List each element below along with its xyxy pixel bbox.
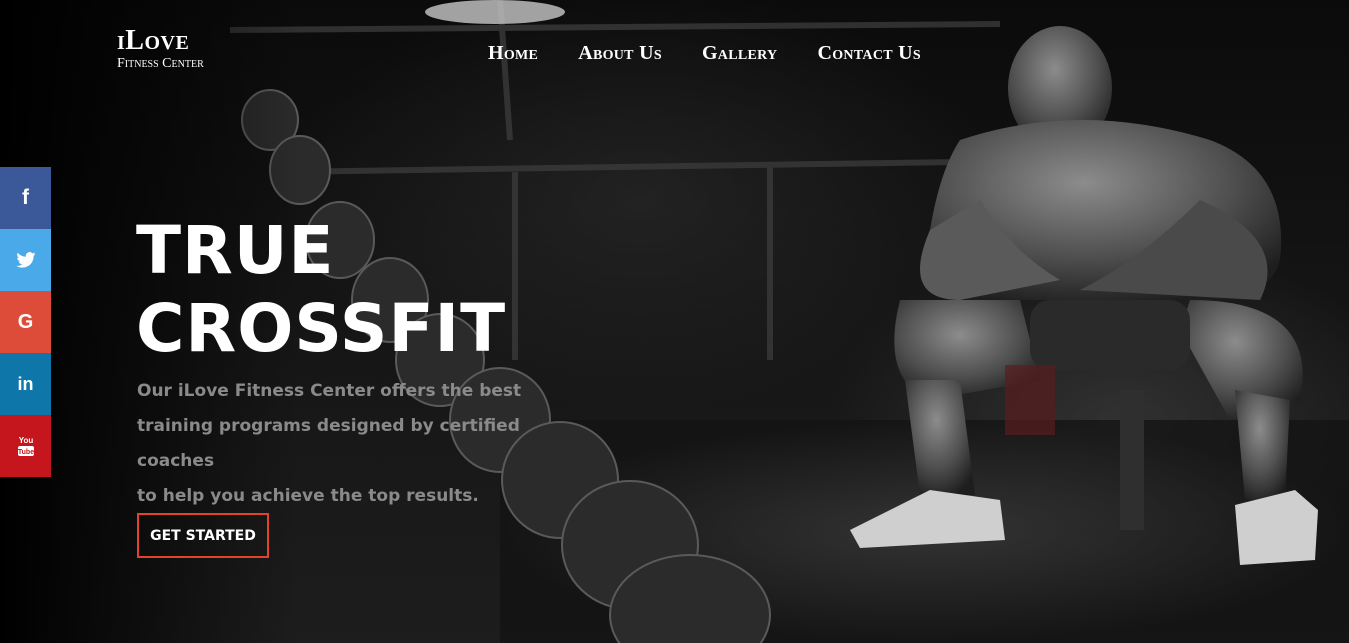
nav-home[interactable]: Home bbox=[488, 40, 538, 66]
main-nav: Home About Us Gallery Contact Us bbox=[488, 40, 921, 66]
nav-contact-us[interactable]: Contact Us bbox=[817, 40, 921, 66]
hero-headline: TRUE CROSSFIT bbox=[136, 212, 506, 368]
youtube-icon: You Tube bbox=[17, 436, 34, 456]
site-logo[interactable]: iLove Fitness Center bbox=[117, 26, 204, 72]
hero-tagline: Our iLove Fitness Center offers the best… bbox=[137, 374, 587, 514]
nav-about-us[interactable]: About Us bbox=[578, 40, 662, 66]
svg-text:You: You bbox=[18, 436, 33, 445]
google-icon: G bbox=[17, 310, 34, 333]
youtube-button[interactable]: You Tube bbox=[0, 415, 51, 477]
hero-tagline-line-3: to help you achieve the top results. bbox=[137, 486, 479, 506]
facebook-icon: f bbox=[22, 186, 29, 209]
hero-headline-line-1: TRUE bbox=[136, 212, 335, 289]
nav-gallery[interactable]: Gallery bbox=[702, 40, 778, 66]
linkedin-button[interactable]: in bbox=[0, 353, 51, 415]
linkedin-icon: in bbox=[17, 373, 34, 394]
social-sidebar: f G in You Tube bbox=[0, 167, 51, 477]
google-button[interactable]: G bbox=[0, 291, 51, 353]
twitter-button[interactable] bbox=[0, 229, 51, 291]
facebook-button[interactable]: f bbox=[0, 167, 51, 229]
svg-text:Tube: Tube bbox=[17, 449, 33, 456]
get-started-button[interactable]: GET STARTED bbox=[137, 513, 269, 558]
hero-headline-line-2: CROSSFIT bbox=[136, 290, 507, 367]
hero-tagline-line-2: training programs designed by certified … bbox=[137, 416, 520, 471]
twitter-icon bbox=[15, 252, 36, 268]
brand-name: iLove bbox=[117, 25, 190, 56]
hero-tagline-line-1: Our iLove Fitness Center offers the best bbox=[137, 381, 522, 401]
brand-subtitle: Fitness Center bbox=[117, 56, 204, 71]
